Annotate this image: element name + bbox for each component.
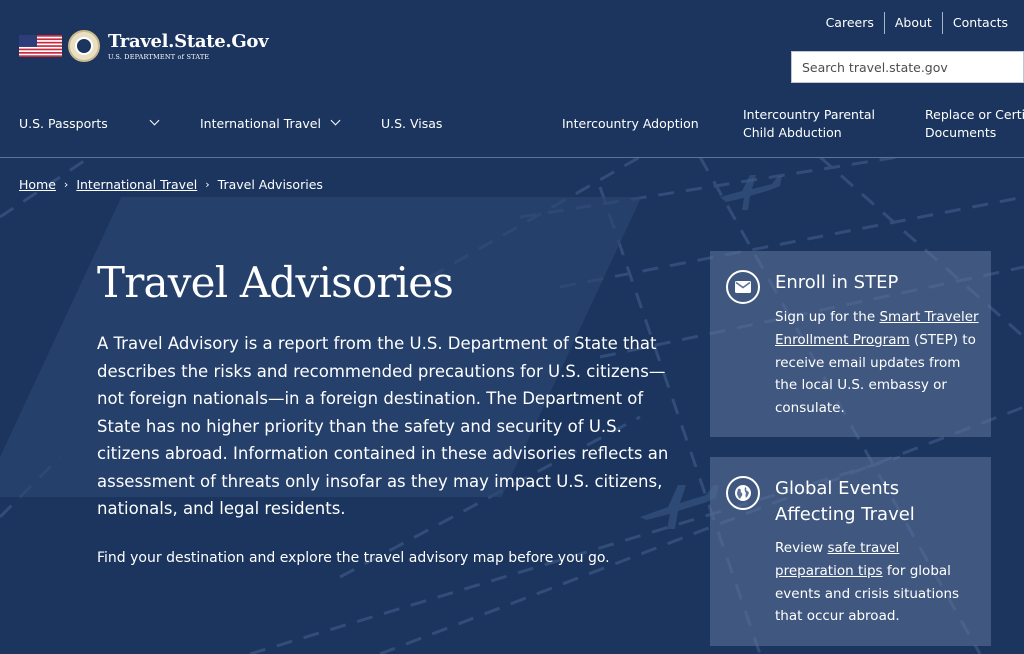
about-link[interactable]: About — [883, 12, 942, 34]
page-title: Travel Advisories — [97, 258, 454, 307]
careers-link[interactable]: Careers — [816, 12, 884, 34]
nav-label: Replace or Certify Documents — [925, 107, 1024, 140]
nav-us-visas[interactable]: U.S. Visas — [381, 115, 442, 133]
nav-label: U.S. Visas — [381, 116, 443, 131]
card-text-before: Review — [775, 540, 828, 556]
brand-title: Travel.State.Gov — [108, 30, 269, 52]
chevron-down-icon[interactable] — [330, 115, 341, 126]
breadcrumb-current: Travel Advisories — [217, 177, 323, 192]
card-title: Enroll in STEP — [775, 272, 899, 293]
envelope-icon — [726, 270, 760, 304]
nav-intercountry-adoption[interactable]: Intercountry Adoption — [562, 115, 699, 133]
utility-nav: Careers About Contacts — [816, 12, 1018, 34]
globe-icon — [726, 476, 760, 510]
map-cta-text: Find your destination and explore the tr… — [97, 550, 610, 566]
enroll-step-card: Enroll in STEP Sign up for the Smart Tra… — [710, 251, 991, 437]
site-header: Travel.State.Gov U.S. DEPARTMENT of STAT… — [0, 0, 1024, 158]
search-box — [791, 51, 1024, 83]
nav-label: Intercountry Parental Child Abduction — [743, 107, 875, 140]
nav-us-passports[interactable]: U.S. Passports — [19, 115, 108, 133]
nav-label: International Travel — [200, 116, 321, 131]
nav-label: U.S. Passports — [19, 116, 108, 131]
breadcrumb-international-travel-link[interactable]: International Travel — [76, 177, 197, 192]
card-title: Global Events Affecting Travel — [775, 478, 915, 525]
card-text: Review safe travel preparation tips for … — [775, 537, 981, 628]
card-text-before: Sign up for the — [775, 309, 880, 325]
site-logo[interactable]: Travel.State.Gov U.S. DEPARTMENT of STAT… — [19, 30, 269, 62]
card-text: Sign up for the Smart Traveler Enrollmen… — [775, 306, 981, 420]
nav-label: Intercountry Adoption — [562, 116, 699, 131]
global-events-card: Global Events Affecting Travel Review sa… — [710, 457, 991, 646]
breadcrumb-separator: › — [63, 178, 69, 191]
chevron-down-icon[interactable] — [149, 115, 160, 126]
nav-replace-certify-documents[interactable]: Replace or Certify Documents — [925, 106, 1024, 142]
brand-subtitle: U.S. DEPARTMENT of STATE — [108, 52, 210, 61]
contacts-link[interactable]: Contacts — [941, 12, 1018, 34]
department-seal-icon — [68, 30, 100, 62]
intro-paragraph: A Travel Advisory is a report from the U… — [97, 334, 669, 518]
search-input[interactable] — [792, 52, 1023, 82]
us-flag-icon — [19, 35, 62, 57]
nav-international-travel[interactable]: International Travel — [200, 115, 321, 133]
breadcrumb-home-link[interactable]: Home — [19, 177, 56, 192]
breadcrumb-separator: › — [205, 178, 210, 191]
nav-parental-child-abduction[interactable]: Intercountry Parental Child Abduction — [743, 106, 883, 142]
breadcrumb: Home › International Travel › Travel Adv… — [19, 177, 323, 192]
